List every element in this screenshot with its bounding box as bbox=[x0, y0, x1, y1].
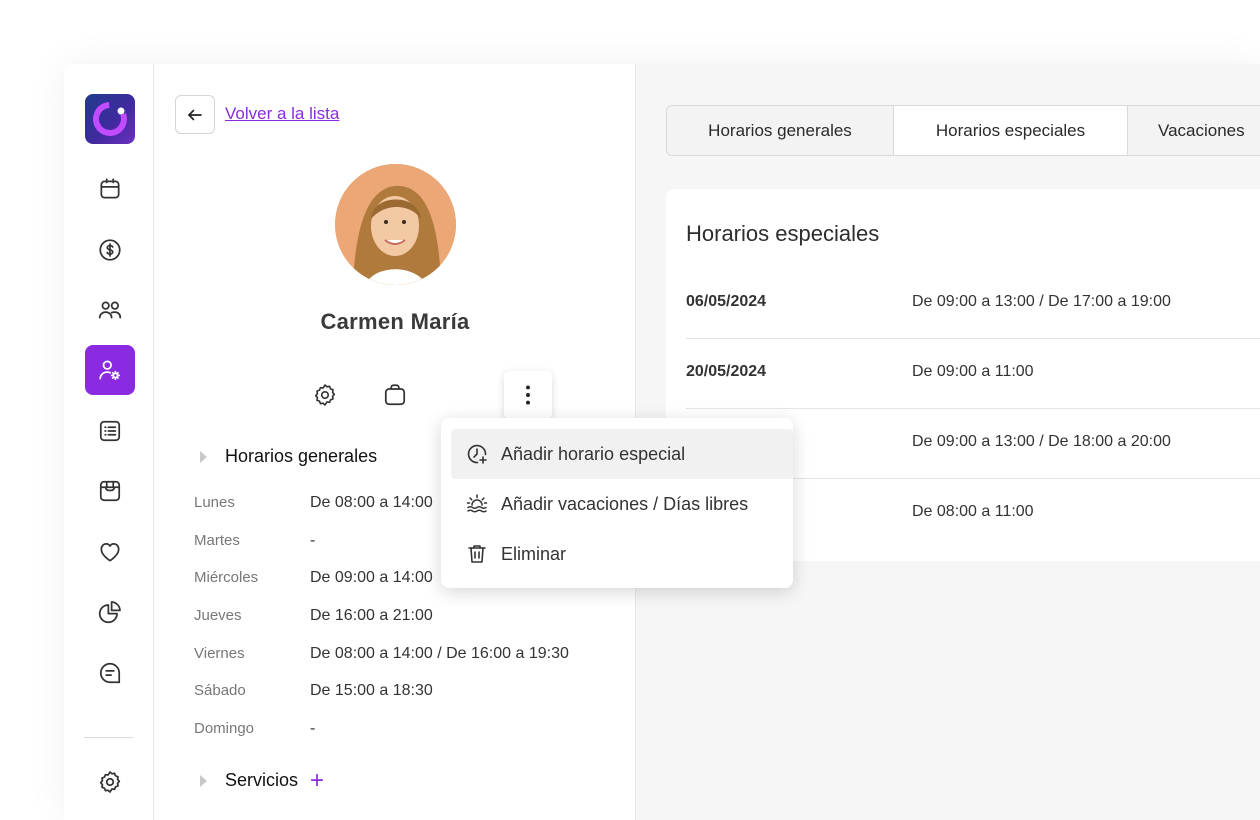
message-icon bbox=[99, 662, 121, 684]
nav-clients[interactable] bbox=[85, 285, 135, 335]
schedule-day: Lunes bbox=[194, 494, 235, 511]
nav-billing[interactable] bbox=[85, 225, 135, 275]
profile-services-button[interactable] bbox=[371, 371, 419, 419]
schedule-time: De 09:00 a 14:00 bbox=[310, 569, 433, 586]
menu-item-delete[interactable]: Eliminar bbox=[451, 529, 793, 579]
special-date: 20/05/2024 bbox=[686, 363, 767, 380]
nav-calendar[interactable] bbox=[85, 164, 135, 214]
arrow-left-icon bbox=[188, 109, 202, 120]
pie-chart-icon bbox=[98, 601, 121, 624]
calendar-icon bbox=[100, 178, 120, 199]
tab-special-hours[interactable]: Horarios especiales bbox=[894, 106, 1128, 155]
card-title: Horarios especiales bbox=[686, 221, 880, 246]
schedule-row: Jueves De 16:00 a 21:00 bbox=[194, 607, 634, 625]
schedule-row: Viernes De 08:00 a 14:00 / De 16:00 a 19… bbox=[194, 645, 634, 663]
dollar-icon bbox=[99, 239, 121, 261]
schedule-day: Domingo bbox=[194, 720, 255, 737]
schedule-day: Martes bbox=[194, 532, 240, 549]
special-time: De 08:00 a 11:00 bbox=[912, 503, 1034, 520]
schedule-time: De 08:00 a 14:00 / De 16:00 a 19:30 bbox=[310, 645, 569, 662]
nav-store[interactable] bbox=[85, 466, 135, 516]
clock-plus-icon bbox=[467, 444, 487, 464]
heart-icon bbox=[100, 543, 120, 562]
app-logo[interactable] bbox=[85, 94, 135, 144]
more-vertical-icon bbox=[526, 385, 530, 405]
users-icon bbox=[98, 301, 122, 319]
tab-vacations[interactable]: Vacaciones bbox=[1128, 106, 1260, 155]
special-date: 06/05/2024 bbox=[686, 293, 767, 310]
tab-general-hours[interactable]: Horarios generales bbox=[667, 106, 894, 155]
options-menu: Añadir horario especial Añadir vacacione… bbox=[441, 418, 793, 588]
schedule-time: De 15:00 a 18:30 bbox=[310, 682, 433, 699]
profile-settings-button[interactable] bbox=[301, 371, 349, 419]
table-row[interactable]: 06/05/2024 De 09:00 a 13:00 / De 17:00 a… bbox=[686, 269, 1260, 339]
back-button[interactable] bbox=[175, 95, 215, 134]
add-service-button[interactable]: + bbox=[310, 768, 324, 792]
person-name: Carmen María bbox=[320, 309, 470, 334]
schedule-time: - bbox=[310, 532, 316, 549]
menu-item-label: Eliminar bbox=[501, 543, 567, 564]
services-label: Servicios bbox=[225, 770, 299, 790]
services-heading[interactable]: Servicios + bbox=[225, 768, 324, 792]
list-icon bbox=[99, 420, 121, 442]
nav-favorites[interactable] bbox=[85, 527, 135, 577]
table-row[interactable]: 20/05/2024 De 09:00 a 11:00 bbox=[686, 339, 1260, 409]
avatar bbox=[335, 164, 456, 285]
settings-icon bbox=[99, 771, 121, 793]
trash-icon bbox=[468, 545, 486, 563]
gear-icon bbox=[314, 384, 336, 406]
menu-item-add-special-hours[interactable]: Añadir horario especial bbox=[451, 429, 793, 479]
schedule-time: - bbox=[310, 720, 316, 737]
schedule-day: Sábado bbox=[194, 682, 246, 699]
special-time: De 09:00 a 13:00 / De 17:00 a 19:00 bbox=[912, 293, 1171, 310]
schedule-row: Domingo - bbox=[194, 720, 634, 738]
nav-messages[interactable] bbox=[85, 648, 135, 698]
sidebar-divider bbox=[84, 737, 134, 738]
nav-reports[interactable] bbox=[85, 587, 135, 637]
nav-list[interactable] bbox=[85, 406, 135, 456]
menu-item-label: Añadir vacaciones / Días libres bbox=[501, 493, 749, 514]
menu-item-add-vacations[interactable]: Añadir vacaciones / Días libres bbox=[451, 479, 793, 529]
sidebar bbox=[64, 64, 154, 820]
special-time: De 09:00 a 11:00 bbox=[912, 363, 1034, 380]
schedule-day: Jueves bbox=[194, 607, 242, 624]
user-settings-icon bbox=[99, 360, 121, 381]
back-to-list-link[interactable]: Volver a la lista bbox=[225, 104, 339, 124]
briefcase-icon bbox=[384, 384, 406, 406]
store-icon bbox=[99, 480, 121, 502]
caret-right-icon[interactable] bbox=[200, 775, 207, 787]
general-hours-heading[interactable]: Horarios generales bbox=[225, 446, 377, 467]
more-options-button[interactable] bbox=[504, 371, 552, 419]
caret-right-icon[interactable] bbox=[200, 451, 207, 463]
schedule-tabs: Horarios generales Horarios especiales V… bbox=[666, 105, 1260, 156]
schedule-time: De 16:00 a 21:00 bbox=[310, 607, 433, 624]
sunset-icon bbox=[466, 494, 488, 513]
schedule-time: De 08:00 a 14:00 bbox=[310, 494, 433, 511]
special-time: De 09:00 a 13:00 / De 18:00 a 20:00 bbox=[912, 433, 1171, 450]
schedule-row: Sábado De 15:00 a 18:30 bbox=[194, 682, 634, 700]
schedule-day: Viernes bbox=[194, 645, 245, 662]
menu-item-label: Añadir horario especial bbox=[501, 443, 686, 464]
nav-staff[interactable] bbox=[85, 345, 135, 395]
nav-settings[interactable] bbox=[85, 757, 135, 807]
schedule-day: Miércoles bbox=[194, 569, 259, 586]
